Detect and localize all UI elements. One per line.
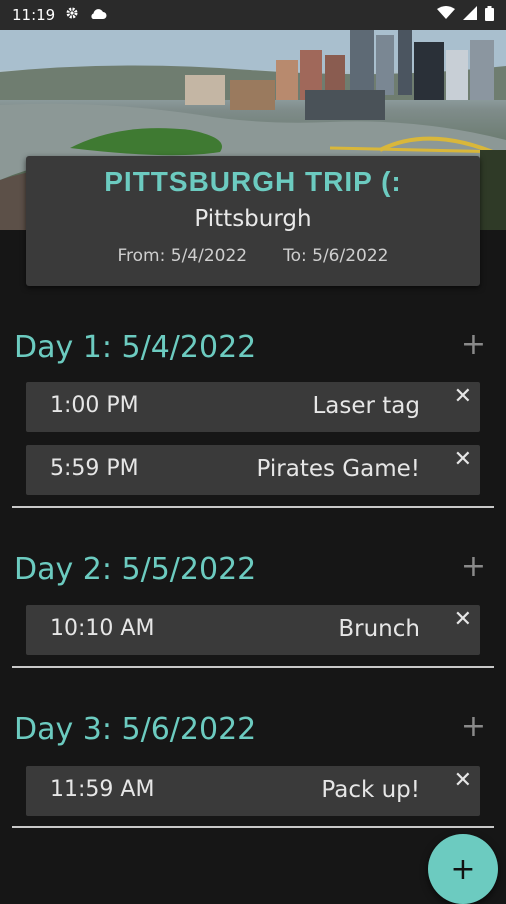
itinerary-item[interactable]: 1:00 PM Laser tag ✕ xyxy=(26,382,480,432)
day-3-add-icon[interactable]: + xyxy=(461,712,486,742)
day-divider xyxy=(12,826,494,828)
trip-dates: From: 5/4/2022 To: 5/6/2022 xyxy=(26,246,480,266)
status-bar: 11:19 xyxy=(0,0,506,30)
item-time: 1:00 PM xyxy=(50,393,139,418)
item-time: 10:10 AM xyxy=(50,616,155,641)
settings-gear-icon xyxy=(65,6,79,24)
trip-title: PITTSBURGH TRIP (: xyxy=(104,166,402,197)
item-name: Pirates Game! xyxy=(256,456,420,482)
itinerary-item[interactable]: 5:59 PM Pirates Game! ✕ xyxy=(26,445,480,495)
wifi-icon xyxy=(437,6,455,24)
itinerary-item[interactable]: 10:10 AM Brunch ✕ xyxy=(26,605,480,655)
battery-icon xyxy=(485,5,494,25)
item-time: 5:59 PM xyxy=(50,456,139,481)
trip-from-date: From: 5/4/2022 xyxy=(117,246,248,266)
remove-item-icon[interactable]: ✕ xyxy=(454,384,472,409)
item-time: 11:59 AM xyxy=(50,777,155,802)
day-2-header: Day 2: 5/5/2022 xyxy=(14,552,257,587)
trip-to-date: To: 5/6/2022 xyxy=(283,246,389,266)
itinerary-item[interactable]: 11:59 AM Pack up! ✕ xyxy=(26,766,480,816)
add-day-fab[interactable]: + xyxy=(428,834,498,904)
day-3-header: Day 3: 5/6/2022 xyxy=(14,712,257,747)
item-name: Pack up! xyxy=(321,777,420,803)
day-divider xyxy=(12,666,494,668)
signal-icon xyxy=(463,6,477,24)
trip-city: Pittsburgh xyxy=(194,206,312,232)
item-name: Laser tag xyxy=(312,393,420,419)
trip-summary-card[interactable]: PITTSBURGH TRIP (: Pittsburgh From: 5/4/… xyxy=(26,156,480,286)
remove-item-icon[interactable]: ✕ xyxy=(454,768,472,793)
cloud-icon xyxy=(89,6,107,24)
status-time: 11:19 xyxy=(12,6,56,24)
day-divider xyxy=(12,506,494,508)
day-2-add-icon[interactable]: + xyxy=(461,552,486,582)
day-1-header: Day 1: 5/4/2022 xyxy=(14,330,257,365)
item-name: Brunch xyxy=(338,616,420,642)
remove-item-icon[interactable]: ✕ xyxy=(454,447,472,472)
day-1-add-icon[interactable]: + xyxy=(461,330,486,360)
plus-icon: + xyxy=(450,851,476,887)
remove-item-icon[interactable]: ✕ xyxy=(454,607,472,632)
